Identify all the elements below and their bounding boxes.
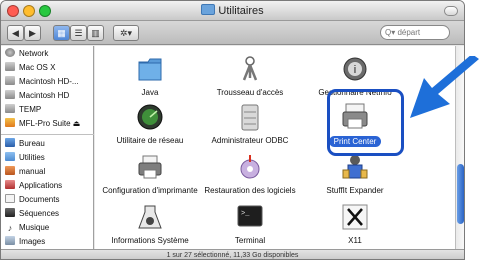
title-bar: Utilitaires [1, 1, 464, 21]
java-folder-icon [135, 54, 165, 84]
item-java[interactable]: Java [95, 54, 205, 97]
folder-icon [201, 4, 216, 15]
folder-icon [5, 152, 15, 161]
list-view-button[interactable]: ☰ [70, 25, 87, 41]
applications-icon [5, 180, 15, 189]
sidebar-item-temp[interactable]: TEMP [5, 104, 41, 116]
sidebar-item-sequences[interactable]: Séquences [5, 208, 59, 220]
pointer-arrow-icon [410, 56, 479, 118]
pictures-icon [5, 236, 15, 245]
svg-text:i: i [354, 64, 356, 76]
print-center-highlight-frame [327, 89, 404, 156]
globe-icon [5, 48, 15, 57]
stuffit-icon [340, 152, 370, 182]
sidebar-item-mac-os-x[interactable]: Mac OS X [5, 62, 55, 74]
sidebar-item-applications[interactable]: Applications [5, 180, 62, 192]
odbc-icon [235, 102, 265, 132]
svg-text:>_: >_ [241, 210, 250, 218]
item-trousseau-d-acces[interactable]: Trousseau d'accès [195, 54, 305, 97]
toolbar: ◀ ▶ ▦ ☰ ▥ ✲▾ Q▾ départ [1, 21, 464, 45]
back-button[interactable]: ◀ [7, 25, 24, 41]
icon-view-button[interactable]: ▦ [53, 25, 70, 41]
sidebar-item-manual[interactable]: manual [5, 166, 45, 178]
home-icon [5, 166, 15, 175]
item-restauration-des-logiciels[interactable]: Restauration des logiciels [195, 152, 305, 195]
item-terminal[interactable]: >_ Terminal [195, 202, 305, 245]
printer-setup-icon [135, 152, 165, 182]
forward-button[interactable]: ▶ [24, 25, 41, 41]
item-informations-systeme[interactable]: Informations Système [95, 202, 205, 245]
toolbar-toggle-button[interactable] [444, 6, 458, 16]
desktop-icon [5, 138, 15, 147]
sidebar-item-macintosh-hd[interactable]: Macintosh HD [5, 90, 69, 102]
sidebar-item-utilities[interactable]: Utilities [5, 152, 45, 164]
sidebar: Network Mac OS X Macintosh HD-... Macint… [1, 46, 94, 249]
cd-icon [5, 118, 15, 127]
sidebar-item-macintosh-hd-2[interactable]: Macintosh HD-... [5, 76, 79, 88]
sidebar-divider [1, 134, 94, 135]
sidebar-item-documents[interactable]: Documents [5, 194, 59, 206]
terminal-icon: >_ [235, 202, 265, 232]
item-x11[interactable]: X11 [300, 202, 410, 245]
item-utilitaire-de-reseau[interactable]: Utilitaire de réseau [95, 102, 205, 145]
hard-disk-icon [5, 104, 15, 113]
hard-disk-icon [5, 76, 15, 85]
status-bar: 1 sur 27 sélectionné, 11,33 Go disponibl… [1, 249, 464, 259]
network-utility-icon [135, 102, 165, 132]
search-field[interactable]: Q▾ départ [380, 25, 450, 40]
sidebar-item-musique[interactable]: ♪ Musique [5, 222, 49, 234]
documents-icon [5, 194, 15, 203]
music-icon: ♪ [5, 224, 15, 233]
hard-disk-icon [5, 90, 15, 99]
sidebar-item-network[interactable]: Network [5, 48, 48, 60]
item-stuffit-expander[interactable]: StuffIt Expander [300, 152, 410, 195]
window-title: Utilitaires [1, 4, 464, 17]
x11-icon [340, 202, 370, 232]
sidebar-item-mfl-pro-suite[interactable]: MFL-Pro Suite ⏏ [5, 118, 80, 130]
item-configuration-d-imprimante[interactable]: Configuration d'imprimante [95, 152, 205, 195]
netinfo-icon: i [340, 54, 370, 84]
action-menu-button[interactable]: ✲▾ [113, 25, 139, 41]
sidebar-item-images[interactable]: Images [5, 236, 45, 248]
sidebar-item-bureau[interactable]: Bureau [5, 138, 45, 150]
hard-disk-icon [5, 62, 15, 71]
scrollbar-thumb[interactable] [457, 164, 464, 224]
movies-icon [5, 208, 15, 217]
column-view-button[interactable]: ▥ [87, 25, 104, 41]
keychain-icon [235, 54, 265, 84]
system-profiler-icon [135, 202, 165, 232]
item-administrateur-odbc[interactable]: Administrateur ODBC [195, 102, 305, 145]
software-restore-icon [235, 152, 265, 182]
